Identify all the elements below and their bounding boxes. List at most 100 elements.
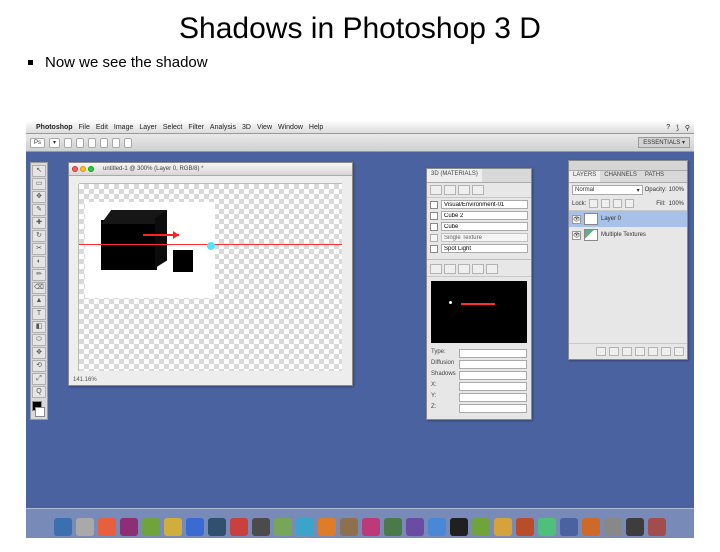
tool-10[interactable]: ▲ — [32, 295, 46, 307]
ps-logo-icon[interactable]: Ps — [30, 138, 45, 148]
scene-item-name[interactable] — [441, 244, 528, 253]
tool-13[interactable]: ⬭ — [32, 334, 46, 346]
eye-icon[interactable]: 👁 — [572, 231, 581, 240]
menu-view[interactable]: View — [257, 124, 272, 131]
dock-app-26[interactable] — [626, 518, 644, 536]
3d-scale-icon[interactable] — [486, 264, 498, 274]
y-field[interactable] — [459, 393, 527, 402]
menu-window[interactable]: Window — [278, 124, 303, 131]
filter-mesh-icon[interactable] — [444, 185, 456, 195]
lock-transparency-icon[interactable] — [589, 199, 598, 208]
light-preview[interactable] — [431, 281, 527, 343]
tool-9[interactable]: ⌫ — [32, 282, 46, 294]
tool-6[interactable]: ✂ — [32, 243, 46, 255]
canvas[interactable] — [79, 184, 342, 371]
3d-roll-icon[interactable] — [444, 264, 456, 274]
document-titlebar[interactable]: untitled-1 @ 300% (Layer 0, RGB/8) * — [69, 163, 352, 176]
tab-channels[interactable]: CHANNELS — [600, 171, 641, 182]
menu-image[interactable]: Image — [114, 124, 133, 131]
close-icon[interactable] — [72, 166, 78, 172]
z-field[interactable] — [459, 404, 527, 413]
ruler-vertical[interactable] — [69, 184, 79, 371]
menu-filter[interactable]: Filter — [188, 124, 204, 131]
dock-app-22[interactable] — [538, 518, 556, 536]
dock-app-19[interactable] — [472, 518, 490, 536]
dock-app-27[interactable] — [648, 518, 666, 536]
dock-app-25[interactable] — [604, 518, 622, 536]
dock-app-6[interactable] — [186, 518, 204, 536]
lock-pixels-icon[interactable] — [601, 199, 610, 208]
layer-name[interactable]: Layer 0 — [601, 216, 621, 222]
dock-app-16[interactable] — [406, 518, 424, 536]
opt-chip-1[interactable] — [64, 138, 72, 148]
app-name[interactable]: Photoshop — [36, 124, 73, 131]
link-layers-icon[interactable] — [596, 347, 606, 356]
lock-position-icon[interactable] — [613, 199, 622, 208]
tab-3d[interactable]: 3D (MATERIALS) — [427, 169, 482, 182]
tool-14[interactable]: ✥ — [32, 347, 46, 359]
scene-item-name[interactable] — [441, 222, 528, 231]
adjustment-icon[interactable] — [635, 347, 645, 356]
dock-app-7[interactable] — [208, 518, 226, 536]
tool-1[interactable]: ▭ — [32, 178, 46, 190]
layer-item[interactable]: 👁 Multiple Textures — [569, 227, 687, 243]
visibility-toggle[interactable] — [430, 234, 438, 242]
menu-select[interactable]: Select — [163, 124, 182, 131]
dock-app-23[interactable] — [560, 518, 578, 536]
color-swatch[interactable] — [32, 401, 46, 417]
dock-app-3[interactable] — [120, 518, 138, 536]
dock-app-1[interactable] — [76, 518, 94, 536]
tool-4[interactable]: ✚ — [32, 217, 46, 229]
trash-icon[interactable] — [674, 347, 684, 356]
opt-chip-3[interactable] — [88, 138, 96, 148]
layer-name[interactable]: Multiple Textures — [601, 232, 646, 238]
help-icon[interactable]: ? — [666, 124, 670, 131]
menu-layer[interactable]: Layer — [139, 124, 157, 131]
layer-item[interactable]: 👁 Layer 0 — [569, 211, 687, 227]
tool-5[interactable]: ↻ — [32, 230, 46, 242]
menu-analysis[interactable]: Analysis — [210, 124, 236, 131]
light-widget-icon[interactable] — [207, 242, 215, 250]
scene-item-name[interactable] — [441, 200, 528, 209]
opt-chip-6[interactable] — [124, 138, 132, 148]
dock-app-17[interactable] — [428, 518, 446, 536]
shadows-field[interactable] — [459, 371, 527, 380]
blend-mode-select[interactable]: Normal▾ — [572, 185, 643, 195]
zoom-icon[interactable] — [88, 166, 94, 172]
tool-16[interactable]: ⤢ — [32, 373, 46, 385]
mask-icon[interactable] — [622, 347, 632, 356]
dock-app-24[interactable] — [582, 518, 600, 536]
dock-app-14[interactable] — [362, 518, 380, 536]
tool-0[interactable]: ↖ — [32, 165, 46, 177]
group-icon[interactable] — [648, 347, 658, 356]
3d-pan-icon[interactable] — [458, 264, 470, 274]
wifi-icon[interactable]: ⟆ — [676, 124, 679, 132]
dock-app-13[interactable] — [340, 518, 358, 536]
scene-item-name[interactable] — [441, 211, 528, 220]
dock-app-18[interactable] — [450, 518, 468, 536]
tab-paths[interactable]: PATHS — [641, 171, 668, 182]
type-field[interactable] — [459, 349, 527, 358]
tool-15[interactable]: ⟲ — [32, 360, 46, 372]
minimize-icon[interactable] — [80, 166, 86, 172]
visibility-toggle[interactable] — [430, 245, 438, 253]
dock-app-0[interactable] — [54, 518, 72, 536]
visibility-toggle[interactable] — [430, 223, 438, 231]
tool-7[interactable]: ◐ — [32, 256, 46, 268]
document-tab[interactable]: untitled-1 @ 300% (Layer 0, RGB/8) * — [103, 166, 203, 172]
menu-help[interactable]: Help — [309, 124, 323, 131]
dock-app-20[interactable] — [494, 518, 512, 536]
tool-2[interactable]: ✥ — [32, 191, 46, 203]
3d-rotate-icon[interactable] — [430, 264, 442, 274]
tab-layers[interactable]: LAYERS — [569, 171, 600, 182]
fill-value[interactable]: 100% — [669, 201, 684, 207]
layer-thumbnail[interactable] — [584, 213, 598, 225]
background-color[interactable] — [35, 407, 45, 417]
opt-chip-2[interactable] — [76, 138, 84, 148]
dock-app-5[interactable] — [164, 518, 182, 536]
visibility-toggle[interactable] — [430, 201, 438, 209]
menu-edit[interactable]: Edit — [96, 124, 108, 131]
x-axis-gizmo[interactable] — [143, 234, 179, 236]
new-layer-icon[interactable] — [661, 347, 671, 356]
dock-app-2[interactable] — [98, 518, 116, 536]
